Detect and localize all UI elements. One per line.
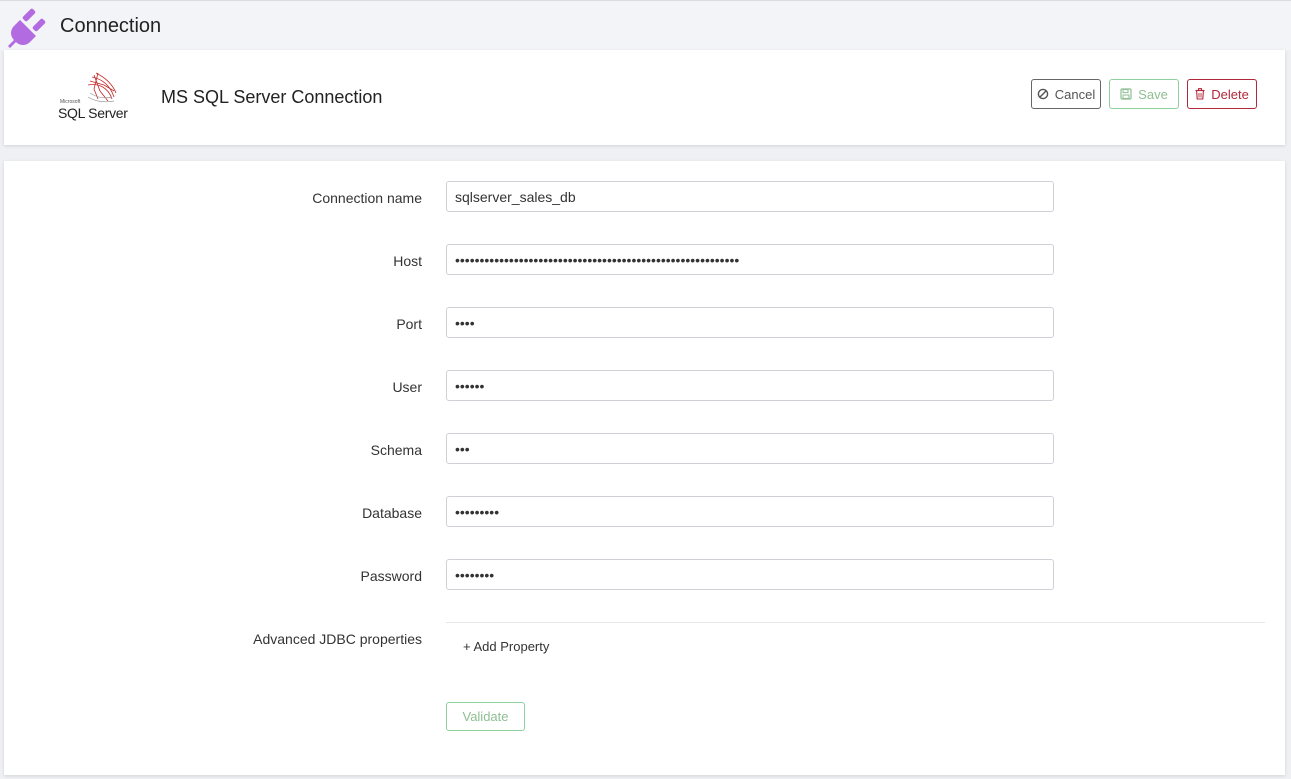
port-input[interactable] (446, 307, 1054, 338)
connection-name-input[interactable] (446, 181, 1054, 212)
host-label: Host (393, 253, 422, 269)
database-input[interactable] (446, 496, 1054, 527)
add-property-button[interactable]: + Add Property (463, 639, 549, 654)
delete-label: Delete (1211, 86, 1249, 102)
password-label: Password (360, 568, 422, 584)
save-button[interactable]: Save (1109, 79, 1179, 109)
logo-text: SQL Server (58, 105, 128, 121)
floppy-icon (1120, 88, 1132, 100)
sql-server-logo: Microsoft SQL Server (58, 71, 128, 125)
page-title: Connection (60, 15, 162, 37)
port-label: Port (396, 316, 422, 332)
host-input[interactable] (446, 244, 1054, 275)
ban-icon (1037, 88, 1049, 100)
connection-header: Microsoft SQL Server MS SQL Server Conne… (4, 50, 1285, 145)
plug-icon (8, 8, 46, 48)
user-input[interactable] (446, 370, 1054, 401)
cancel-button[interactable]: Cancel (1031, 79, 1101, 109)
cancel-label: Cancel (1054, 86, 1096, 102)
advanced-jdbc-label: Advanced JDBC properties (253, 631, 422, 647)
advanced-divider (446, 622, 1265, 623)
schema-input[interactable] (446, 433, 1054, 464)
user-label: User (392, 379, 422, 395)
top-bar: Connection (0, 0, 1291, 50)
schema-label: Schema (370, 442, 422, 458)
connection-form: Connection name Host Port User Schema Da… (4, 161, 1285, 775)
validate-button[interactable]: Validate (446, 702, 525, 731)
database-label: Database (362, 505, 422, 521)
delete-button[interactable]: Delete (1187, 79, 1257, 109)
password-input[interactable] (446, 559, 1054, 590)
connection-title: MS SQL Server Connection (161, 87, 383, 107)
connection-name-label: Connection name (312, 190, 422, 206)
save-label: Save (1138, 86, 1168, 102)
trash-icon (1195, 88, 1205, 100)
